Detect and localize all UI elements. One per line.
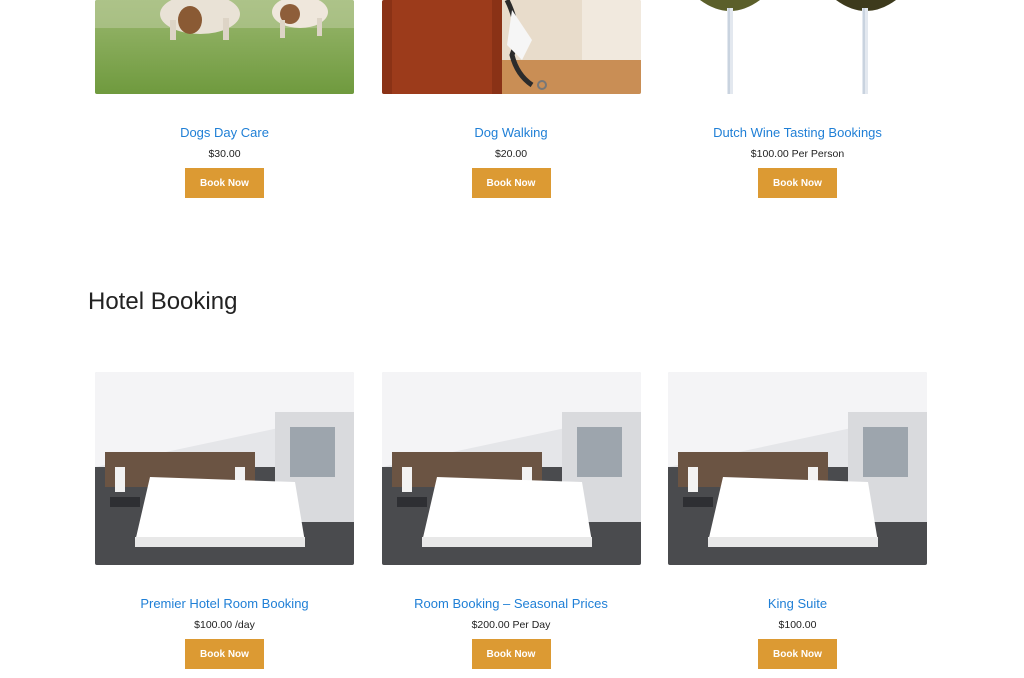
product-card: Dutch Wine Tasting Bookings $100.00 Per … (668, 0, 927, 198)
product-title[interactable]: Dog Walking (474, 125, 547, 140)
product-card: Dogs Day Care $30.00 Book Now (95, 0, 354, 198)
wine-tasting-image[interactable] (668, 0, 927, 94)
product-title[interactable]: Dogs Day Care (180, 125, 269, 140)
product-price: $200.00 Per Day (471, 619, 551, 631)
hotel-room-image[interactable] (95, 372, 354, 565)
hotel-room-image[interactable] (668, 372, 927, 565)
product-title[interactable]: Dutch Wine Tasting Bookings (713, 125, 882, 140)
product-title[interactable]: King Suite (768, 596, 827, 611)
section-heading: Hotel Booking (88, 288, 238, 315)
book-now-button[interactable]: Book Now (758, 168, 837, 198)
product-grid-top: Dogs Day Care $30.00 Book Now Dog Walkin… (95, 0, 927, 198)
book-now-button[interactable]: Book Now (471, 168, 551, 198)
product-grid-hotel: Premier Hotel Room Booking $100.00 /day … (95, 372, 927, 669)
product-title[interactable]: Room Booking – Seasonal Prices (414, 596, 608, 611)
book-now-button[interactable]: Book Now (185, 168, 264, 198)
book-now-button[interactable]: Book Now (758, 639, 837, 669)
product-price: $30.00 (208, 148, 241, 160)
product-price: $100.00 (778, 619, 817, 631)
product-card: King Suite $100.00 Book Now (668, 372, 927, 669)
product-price: $100.00 /day (194, 619, 255, 631)
product-price: $20.00 (494, 148, 528, 160)
product-card: Room Booking – Seasonal Prices $200.00 P… (381, 372, 641, 669)
product-card: Premier Hotel Room Booking $100.00 /day … (95, 372, 354, 669)
book-now-button[interactable]: Book Now (185, 639, 264, 669)
product-title[interactable]: Premier Hotel Room Booking (140, 596, 308, 611)
dogs-day-care-image[interactable] (95, 0, 354, 94)
product-card: Dog Walking $20.00 Book Now (381, 0, 641, 198)
product-price: $100.00 Per Person (750, 148, 845, 160)
hotel-room-image[interactable] (381, 372, 641, 565)
dog-walking-image[interactable] (381, 0, 641, 94)
book-now-button[interactable]: Book Now (471, 639, 551, 669)
